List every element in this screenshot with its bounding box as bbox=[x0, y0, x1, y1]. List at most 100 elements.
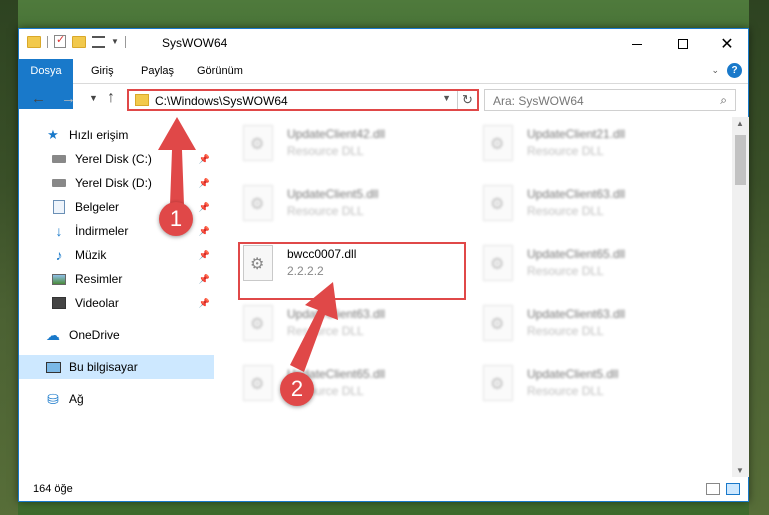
file-item[interactable]: UpdateClient63.dll Resource DLL bbox=[479, 301, 709, 351]
address-bar[interactable]: C:\Windows\SysWOW64 ▼ ↻ bbox=[127, 89, 479, 111]
sidebar-item-label: Bu bilgisayar bbox=[69, 360, 138, 374]
search-icon[interactable]: ⌕ bbox=[720, 93, 727, 108]
pin-icon: 📌 bbox=[198, 249, 210, 260]
music-icon: ♪ bbox=[55, 247, 63, 263]
dll-file-icon bbox=[243, 305, 273, 341]
network-icon: ⛁ bbox=[47, 390, 59, 407]
pin-icon: 📌 bbox=[198, 225, 210, 236]
background-tree bbox=[749, 0, 769, 515]
file-item[interactable]: UpdateClient5.dll Resource DLL bbox=[479, 361, 709, 411]
sidebar-item-label: Yerel Disk (C:) bbox=[75, 152, 152, 166]
dll-file-icon bbox=[243, 125, 273, 161]
file-name: UpdateClient5.dll bbox=[287, 187, 379, 201]
folder-icon[interactable] bbox=[27, 35, 41, 48]
file-description: Resource DLL bbox=[287, 324, 364, 338]
dll-file-icon bbox=[483, 245, 513, 281]
details-view-icon[interactable] bbox=[706, 483, 720, 495]
dll-file-icon bbox=[483, 185, 513, 221]
tab-view[interactable]: Görünüm bbox=[185, 59, 255, 83]
window-title: SysWOW64 bbox=[162, 36, 228, 50]
separator bbox=[124, 35, 126, 48]
dll-file-icon bbox=[243, 365, 273, 401]
step-marker-2: 2 bbox=[280, 372, 314, 406]
properties-icon[interactable] bbox=[92, 35, 105, 48]
cloud-icon: ☁ bbox=[46, 326, 60, 343]
large-icons-view-icon[interactable] bbox=[726, 483, 740, 495]
ribbon: Dosya Giriş Paylaş Görünüm ⌄ ? bbox=[19, 59, 748, 109]
sidebar-item-onedrive[interactable]: ☁ OneDrive bbox=[19, 323, 214, 347]
file-name: UpdateClient63.dll bbox=[527, 307, 626, 321]
tab-home[interactable]: Giriş bbox=[79, 59, 126, 83]
file-item[interactable]: UpdateClient21.dll Resource DLL bbox=[479, 121, 709, 171]
pin-icon: 📌 bbox=[198, 177, 210, 188]
separator bbox=[47, 35, 48, 48]
videos-icon bbox=[51, 295, 67, 311]
forward-arrow-icon[interactable]: → bbox=[61, 90, 76, 107]
close-icon: ✕ bbox=[720, 36, 734, 53]
sidebar-item-local-disk-d[interactable]: Yerel Disk (D:) 📌 bbox=[19, 171, 214, 195]
tab-share[interactable]: Paylaş bbox=[129, 59, 186, 83]
file-name: UpdateClient5.dll bbox=[527, 367, 619, 381]
document-icon bbox=[51, 199, 67, 215]
sidebar-item-music[interactable]: ♪ Müzik 📌 bbox=[19, 243, 214, 267]
recent-locations-icon[interactable]: ▼ bbox=[89, 93, 98, 103]
search-input[interactable]: Ara: SysWOW64 bbox=[493, 94, 584, 108]
refresh-icon[interactable]: ↻ bbox=[457, 91, 477, 109]
file-item[interactable]: UpdateClient65.dll Resource DLL bbox=[479, 241, 709, 291]
quick-access-toolbar: ▼ bbox=[27, 33, 126, 48]
file-name: UpdateClient42.dll bbox=[287, 127, 386, 141]
file-item[interactable]: UpdateClient65.dll Resource DLL bbox=[239, 361, 469, 411]
file-item[interactable]: UpdateClient42.dll Resource DLL bbox=[239, 121, 469, 171]
file-description: Resource DLL bbox=[527, 384, 604, 398]
pin-icon: 📌 bbox=[198, 153, 210, 164]
file-description: Resource DLL bbox=[527, 204, 604, 218]
maximize-button[interactable] bbox=[660, 29, 706, 59]
sidebar-item-label: Belgeler bbox=[75, 200, 120, 214]
item-count: 164 öğe bbox=[33, 483, 73, 495]
scroll-up-icon[interactable]: ▲ bbox=[736, 119, 744, 128]
sidebar-item-label: Hızlı erişim bbox=[69, 128, 129, 142]
back-arrow-icon[interactable]: ← bbox=[31, 90, 46, 107]
disk-icon bbox=[51, 175, 67, 191]
disk-icon bbox=[51, 151, 67, 167]
dll-file-icon bbox=[483, 125, 513, 161]
new-folder-icon[interactable] bbox=[72, 35, 86, 48]
vertical-scrollbar[interactable]: ▲ ▼ bbox=[732, 117, 749, 477]
sidebar-item-pictures[interactable]: Resimler 📌 bbox=[19, 267, 214, 291]
search-box[interactable]: Ara: SysWOW64 ⌕ bbox=[484, 89, 736, 111]
expand-ribbon-icon[interactable]: ⌄ bbox=[711, 65, 719, 76]
pin-icon: 📌 bbox=[198, 297, 210, 308]
help-icon[interactable]: ? bbox=[727, 63, 742, 78]
minimize-icon bbox=[632, 43, 642, 45]
dll-file-icon bbox=[243, 185, 273, 221]
sidebar-item-quick-access[interactable]: ★ Hızlı erişim bbox=[19, 123, 214, 147]
scroll-thumb[interactable] bbox=[735, 135, 746, 185]
address-path[interactable]: C:\Windows\SysWOW64 bbox=[155, 94, 288, 108]
close-button[interactable]: ✕ bbox=[704, 29, 750, 59]
dll-file-icon bbox=[483, 365, 513, 401]
properties-check-icon[interactable] bbox=[54, 33, 66, 48]
sidebar-item-label: İndirmeler bbox=[75, 224, 129, 238]
file-description: Resource DLL bbox=[527, 144, 604, 158]
file-item[interactable]: UpdateClient5.dll Resource DLL bbox=[239, 181, 469, 231]
minimize-button[interactable] bbox=[614, 29, 660, 59]
sidebar-item-videos[interactable]: Videolar 📌 bbox=[19, 291, 214, 315]
step-marker-1: 1 bbox=[159, 202, 193, 236]
scroll-down-icon[interactable]: ▼ bbox=[736, 466, 744, 475]
sidebar-item-local-disk-c[interactable]: Yerel Disk (C:) 📌 bbox=[19, 147, 214, 171]
customize-dropdown-icon[interactable]: ▼ bbox=[111, 37, 119, 46]
file-item[interactable]: UpdateClient63.dll Resource DLL bbox=[239, 301, 469, 351]
up-arrow-icon[interactable]: ↑ bbox=[107, 89, 115, 107]
ribbon-controls: ⌄ ? bbox=[711, 63, 742, 78]
chevron-down-icon[interactable]: ▼ bbox=[442, 93, 451, 103]
highlight-box bbox=[238, 242, 466, 300]
file-name: UpdateClient63.dll bbox=[287, 307, 386, 321]
file-name: UpdateClient63.dll bbox=[527, 187, 626, 201]
sidebar-item-label: Resimler bbox=[75, 272, 123, 286]
sidebar-item-network[interactable]: ⛁ Ağ bbox=[19, 387, 214, 411]
file-description: Resource DLL bbox=[527, 264, 604, 278]
sidebar-item-label: OneDrive bbox=[69, 328, 120, 342]
star-icon: ★ bbox=[47, 127, 59, 142]
file-item[interactable]: UpdateClient63.dll Resource DLL bbox=[479, 181, 709, 231]
sidebar-item-this-pc[interactable]: Bu bilgisayar bbox=[19, 355, 214, 379]
